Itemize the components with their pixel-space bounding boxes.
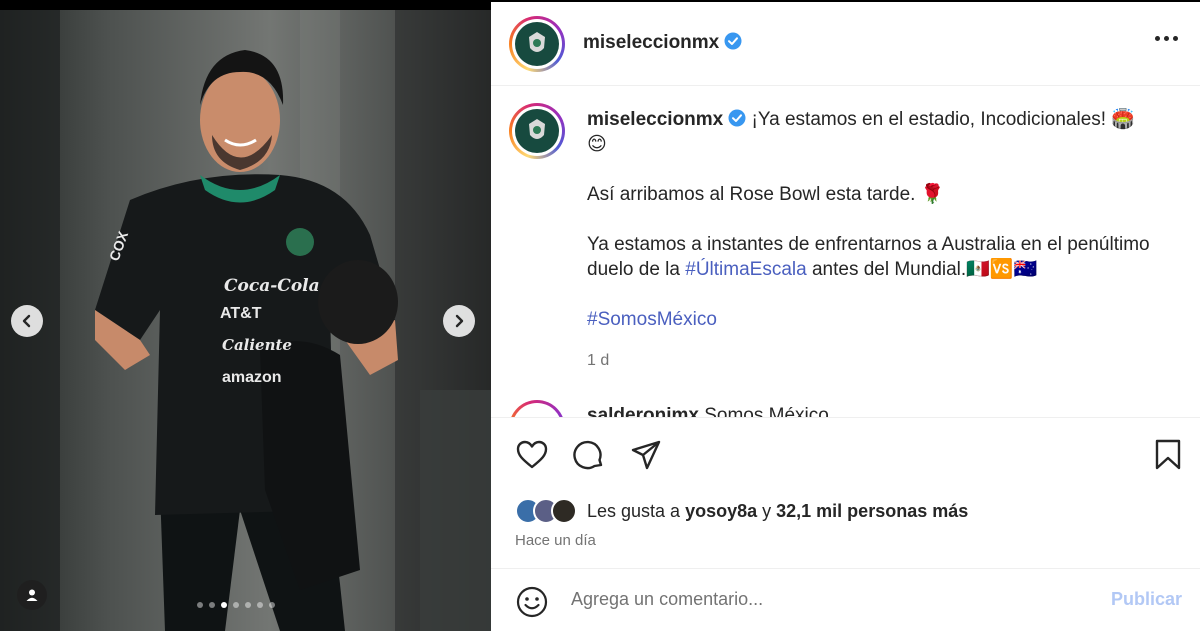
- seleccion-crest-icon: [515, 109, 559, 153]
- comment-text: Somos México: [704, 405, 829, 417]
- carousel-dot-active: [221, 602, 227, 608]
- carousel-dot: [209, 602, 215, 608]
- post-actions-section: Les gusta a yosoy8a y 32,1 mil personas …: [491, 417, 1200, 631]
- media-top-border: [0, 0, 491, 10]
- share-button[interactable]: [629, 438, 663, 472]
- carousel-dot: [233, 602, 239, 608]
- post-panel: miseleccionmx miseleccionmx ¡Ya estamos …: [491, 0, 1200, 631]
- hashtag-ultima-escala[interactable]: #ÚltimaEscala: [685, 259, 806, 280]
- likes-summary: Les gusta a yosoy8a y 32,1 mil personas …: [515, 498, 968, 524]
- verified-badge-icon: [728, 109, 746, 127]
- comment-preview: salderonimx Somos México: [587, 405, 829, 417]
- caption-username[interactable]: miseleccionmx: [587, 109, 723, 130]
- post-caption: miseleccionmx ¡Ya estamos en el estadio,…: [587, 107, 1157, 357]
- more-options-button[interactable]: [1155, 36, 1178, 41]
- author-avatar[interactable]: [509, 16, 565, 72]
- emoji-button[interactable]: [515, 585, 549, 619]
- heart-icon: [516, 440, 548, 469]
- comment-button[interactable]: [572, 438, 606, 472]
- caption-scroll-area[interactable]: miseleccionmx ¡Ya estamos en el estadio,…: [491, 87, 1200, 417]
- commenter-username[interactable]: salderonimx: [587, 405, 699, 417]
- hashtag-somos-mexico[interactable]: #SomosMéxico: [587, 309, 717, 330]
- comment-input[interactable]: Agrega un comentario...: [571, 589, 763, 610]
- liker-avatar[interactable]: [551, 498, 577, 524]
- carousel-dot: [269, 602, 275, 608]
- jersey-sponsor-4: amazon: [222, 369, 282, 386]
- jersey-sponsor-1: Coca-Cola: [224, 276, 320, 296]
- carousel-dots: [197, 602, 275, 608]
- more-horizontal-icon: [1155, 36, 1160, 41]
- caption-author-avatar[interactable]: [509, 103, 565, 159]
- likes-count[interactable]: 32,1 mil personas más: [776, 501, 968, 521]
- post-timestamp[interactable]: Hace un día: [515, 532, 596, 549]
- carousel-prev-button[interactable]: [11, 305, 43, 337]
- caption-paragraph-3: Ya estamos a instantes de enfrentarnos a…: [587, 234, 1150, 280]
- post-media[interactable]: Coca-Cola AT&T Caliente amazon COX: [0, 0, 491, 631]
- carousel-dot: [197, 602, 203, 608]
- liker-username[interactable]: yosoy8a: [685, 501, 757, 521]
- like-button[interactable]: [515, 438, 549, 472]
- commenter-avatar[interactable]: [509, 400, 565, 417]
- send-icon: [631, 440, 661, 470]
- user-tag-icon: [26, 589, 38, 601]
- carousel-dot: [257, 602, 263, 608]
- jersey-sponsor-3: Caliente: [222, 336, 292, 354]
- chevron-left-icon: [22, 314, 31, 328]
- caption-line-2: Así arribamos al Rose Bowl esta tarde. 🌹: [587, 184, 945, 205]
- seleccion-crest-icon: [515, 22, 559, 66]
- add-comment-bar: Agrega un comentario... Publicar: [491, 568, 1200, 631]
- save-button[interactable]: [1151, 438, 1185, 472]
- carousel-dot: [245, 602, 251, 608]
- author-username[interactable]: miseleccionmx: [583, 32, 719, 53]
- post-photo: Coca-Cola AT&T Caliente amazon COX: [0, 10, 491, 631]
- post-header: miseleccionmx: [491, 2, 1200, 86]
- comment-icon: [573, 440, 603, 470]
- tagged-users-button[interactable]: [17, 580, 47, 610]
- verified-badge-icon: [724, 32, 742, 50]
- bookmark-icon: [1155, 439, 1181, 470]
- emoji-icon: [516, 586, 548, 618]
- chevron-right-icon: [455, 314, 464, 328]
- jersey-sponsor-2: AT&T: [220, 305, 262, 322]
- publish-button[interactable]: Publicar: [1111, 589, 1182, 610]
- carousel-next-button[interactable]: [443, 305, 475, 337]
- caption-time-ago: 1 d: [587, 352, 610, 369]
